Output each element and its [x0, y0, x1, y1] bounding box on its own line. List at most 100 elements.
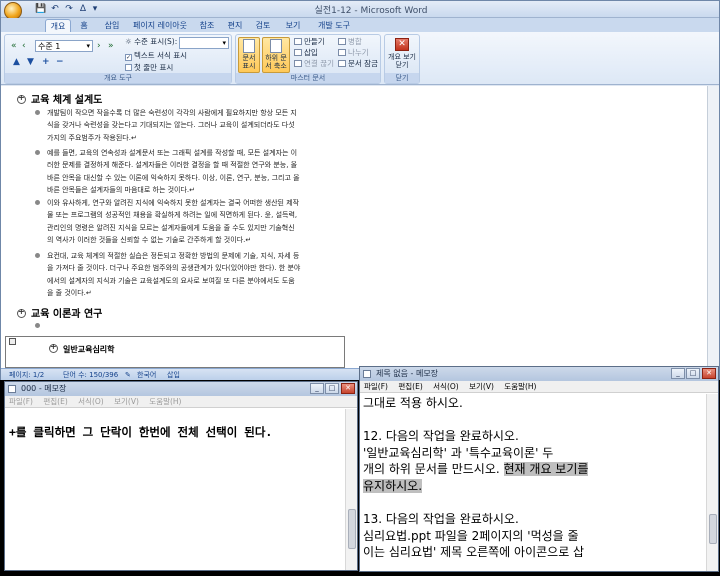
maximize-icon[interactable]: □: [325, 383, 339, 394]
menu-help[interactable]: 도움말(H): [149, 397, 181, 406]
scroll-thumb[interactable]: [348, 509, 356, 549]
demote-icon[interactable]: ›: [97, 41, 101, 51]
notepad-line: 개의 하위 문서를 만드시오. 현재 개요 보기를: [363, 462, 589, 477]
minimize-icon[interactable]: _: [310, 383, 324, 394]
first-line-only-row[interactable]: 첫 줄만 표시: [125, 63, 173, 73]
menu-edit[interactable]: 편집(E): [43, 397, 67, 406]
merge-label: 병합: [348, 37, 362, 46]
first-line-only-checkbox[interactable]: [125, 64, 132, 71]
menu-file[interactable]: 파일(F): [364, 382, 388, 391]
subdocument-heading[interactable]: 일반교육심리학: [49, 342, 115, 355]
notepad-icon: [363, 370, 371, 378]
merge-button[interactable]: 병합: [338, 37, 362, 47]
split-button[interactable]: 나누기: [338, 48, 369, 58]
heading-education-design[interactable]: 교육 체계 설계도: [17, 91, 102, 106]
maximize-icon[interactable]: □: [686, 368, 700, 379]
close-icon[interactable]: ✕: [702, 368, 716, 379]
title-bar: 💾 ↶ ↷ ᐃ ▾ 실전1-12 - Microsoft Word: [1, 1, 719, 20]
notepad-left-text-area[interactable]: +를 클릭하면 그 단락이 한번에 전체 선택이 된다.: [5, 409, 345, 570]
tab-references[interactable]: 참조: [195, 19, 219, 32]
proofing-icon[interactable]: ✎: [125, 369, 131, 381]
tab-review[interactable]: 검토: [251, 19, 275, 32]
menu-help[interactable]: 도움말(H): [504, 382, 536, 391]
merge-icon: [338, 38, 346, 45]
insert-mode-indicator[interactable]: 삽입: [167, 369, 180, 381]
notepad-line: '일반교육심리학' 과 '특수교육이론' 두: [363, 446, 553, 461]
word-count[interactable]: 단어 수: 150/396: [63, 369, 118, 381]
text-line: 에서의 설계자의 지식과 기술은 교육설계도의 요사로 보여질 또 다른 분야에…: [47, 276, 295, 285]
menu-file[interactable]: 파일(F): [9, 397, 33, 406]
promote-to-heading1-icon[interactable]: «: [11, 41, 17, 51]
subdocument-icon[interactable]: [9, 338, 16, 345]
heading-text: 교육 이론과 연구: [31, 309, 103, 320]
lock-document-button[interactable]: 문서 잠금: [338, 59, 378, 69]
move-up-icon[interactable]: ▲: [13, 57, 20, 67]
undo-icon[interactable]: ↶: [49, 4, 61, 15]
tab-view[interactable]: 보기: [281, 19, 305, 32]
close-outline-view-button[interactable]: 개요 보기 닫기: [385, 53, 419, 69]
body-paragraph[interactable]: 이와 유사하게, 연구와 알려진 지식에 익숙하지 못한 설계자는 결국 어떠한…: [35, 197, 345, 246]
minimize-icon[interactable]: _: [671, 368, 685, 379]
tab-mailings[interactable]: 편지: [223, 19, 247, 32]
collapse-icon[interactable]: −: [56, 57, 64, 67]
insert-button[interactable]: 삽입: [294, 48, 318, 58]
demote-to-body-icon[interactable]: »: [108, 41, 114, 51]
show-level-select[interactable]: ▾: [179, 37, 229, 49]
notepad-right-scrollbar[interactable]: [706, 394, 718, 571]
expand-plus-icon[interactable]: [17, 307, 26, 318]
show-text-format-checkbox[interactable]: ✓: [125, 54, 132, 61]
redo-icon[interactable]: ↷: [63, 4, 75, 15]
notepad-right-text-area[interactable]: 그대로 적용 하시오. 12. 다음의 작업을 완료하시오. '일반교육심리학' …: [360, 394, 706, 571]
menu-format[interactable]: 서식(O): [433, 382, 459, 391]
split-label: 나누기: [348, 48, 369, 57]
menu-edit[interactable]: 편집(E): [398, 382, 422, 391]
menu-format[interactable]: 서식(O): [78, 397, 104, 406]
menu-view[interactable]: 보기(V): [114, 397, 139, 406]
expand-plus-icon[interactable]: [49, 342, 58, 353]
text-line: 러한 문제를 결정하게 해준다. 설계자들은 이러한 결정을 할 때 적절한 연…: [47, 161, 298, 170]
vertical-scrollbar[interactable]: [707, 86, 719, 368]
heading-education-theory[interactable]: 교육 이론과 연구: [17, 305, 102, 320]
save-icon[interactable]: 💾: [35, 4, 47, 15]
collapse-subdocuments-button[interactable]: 하위 문서 축소: [262, 37, 290, 73]
tab-outline[interactable]: 개요: [45, 19, 71, 32]
empty-body-bullet-icon[interactable]: [35, 323, 40, 328]
close-group: ✕ 개요 보기 닫기 닫기: [384, 34, 420, 84]
document-area[interactable]: 교육 체계 설계도 개발팀이 작으면 작을수록 더 많은 숙련성이 각각의 사람…: [1, 86, 719, 368]
tab-page-layout[interactable]: 페이지 레이아웃: [129, 19, 191, 32]
menu-view[interactable]: 보기(V): [469, 382, 494, 391]
scroll-thumb[interactable]: [709, 514, 717, 544]
move-down-icon[interactable]: ▼: [27, 57, 34, 67]
customize-quick-access-icon[interactable]: ▾: [89, 4, 101, 15]
lock-document-label: 문서 잠금: [348, 59, 378, 68]
close-icon[interactable]: ✕: [341, 383, 355, 394]
show-document-label: 문서 표시: [242, 54, 256, 70]
notepad-left-title: 000 - 메모장: [21, 384, 67, 393]
subdocument-icon: [270, 39, 282, 53]
unlink-button[interactable]: 연결 끊기: [294, 59, 334, 69]
body-paragraph[interactable]: 개발팀이 작으면 작을수록 더 많은 숙련성이 각각의 사람에게 필요하지만 항…: [35, 107, 345, 144]
outline-level-select[interactable]: 수준 1 ▾: [35, 40, 93, 52]
create-button[interactable]: 만들기: [294, 37, 325, 47]
language-indicator[interactable]: 한국어: [137, 369, 156, 381]
body-paragraph[interactable]: 예를 들면, 교육의 연속성과 설계문서 또는 그래픽 설계를 작성할 때, 모…: [35, 147, 345, 196]
split-icon: [338, 49, 346, 56]
expand-plus-icon[interactable]: [17, 93, 26, 104]
expand-icon[interactable]: +: [42, 57, 50, 67]
tab-insert[interactable]: 삽입: [99, 19, 125, 32]
body-paragraph[interactable]: 요컨대, 교육 체계의 적절한 실습은 정돈되고 정확한 방법의 문제에 기술,…: [35, 250, 345, 299]
tab-home[interactable]: 홈: [73, 19, 95, 32]
selected-text: 현재 개요 보기를: [503, 462, 589, 477]
show-text-format-row[interactable]: ✓ 텍스트 서식 표시: [125, 51, 187, 61]
show-document-button[interactable]: 문서 표시: [238, 37, 260, 73]
outline-icon[interactable]: ᐃ: [77, 4, 89, 15]
notepad-line: 12. 다음의 작업을 완료하시오.: [363, 429, 519, 444]
notepad-line-text: 이는 심리요법' 제목 오른쪽에 아이콘으로 삽: [363, 545, 585, 560]
promote-icon[interactable]: ‹: [22, 41, 26, 51]
notepad-left-scrollbar[interactable]: [345, 409, 357, 570]
page-indicator[interactable]: 페이지: 1/2: [9, 369, 44, 381]
close-outline-icon[interactable]: ✕: [395, 38, 409, 51]
notepad-right-menubar: 파일(F) 편집(E) 서식(O) 보기(V) 도움말(H): [360, 381, 718, 393]
body-bullet-icon: [35, 200, 40, 205]
tab-developer[interactable]: 개발 도구: [311, 19, 357, 32]
